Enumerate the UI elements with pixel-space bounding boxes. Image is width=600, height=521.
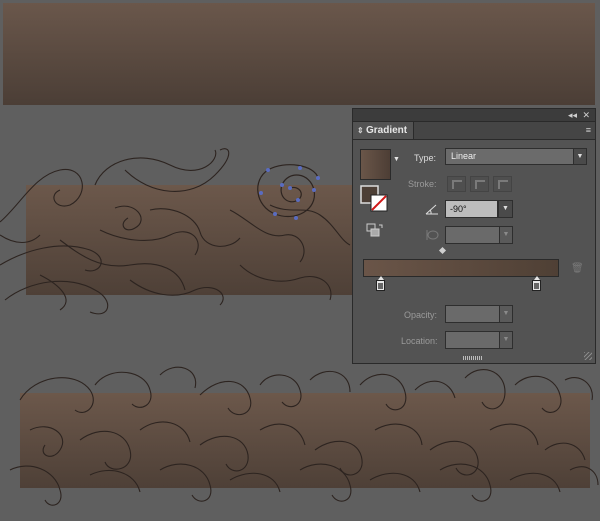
close-panel-icon[interactable]: ✕ bbox=[582, 109, 590, 121]
panel-titlebar[interactable]: ◂◂ ✕ bbox=[353, 109, 595, 122]
collapse-panel-icon[interactable]: ◂◂ bbox=[568, 109, 577, 121]
gradient-slider[interactable] bbox=[363, 259, 559, 277]
type-label: Type: bbox=[414, 153, 437, 163]
fill-stroke-swatch-icon[interactable] bbox=[360, 185, 390, 213]
tab-gradient[interactable]: ⇕ Gradient bbox=[353, 122, 414, 139]
panel-tab-row: ⇕ Gradient ≡ bbox=[353, 122, 595, 140]
stroke-within-button[interactable] bbox=[447, 176, 466, 192]
stroke-across-button[interactable] bbox=[493, 176, 512, 192]
bottom-wood-rectangle bbox=[20, 393, 590, 488]
aspect-ratio-icon bbox=[426, 230, 439, 240]
panel-menu-icon[interactable]: ≡ bbox=[586, 122, 591, 139]
opacity-label: Opacity: bbox=[404, 310, 438, 320]
gradient-midpoint-diamond[interactable] bbox=[438, 246, 447, 255]
chevron-down-icon[interactable]: ▼ bbox=[499, 306, 512, 322]
type-dropdown[interactable]: Linear ▼ bbox=[445, 148, 587, 165]
location-label: Location: bbox=[401, 336, 438, 346]
location-dropdown[interactable]: ▼ bbox=[445, 331, 513, 349]
opacity-dropdown[interactable]: ▼ bbox=[445, 305, 513, 323]
tab-gradient-label: Gradient bbox=[366, 125, 408, 136]
gradient-stop-right[interactable] bbox=[532, 276, 541, 291]
type-dropdown-value: Linear bbox=[451, 151, 477, 161]
stroke-along-button[interactable] bbox=[470, 176, 489, 192]
tab-expand-icon: ⇕ bbox=[357, 126, 364, 135]
gradient-panel: ◂◂ ✕ ⇕ Gradient ≡ ▼ Type: Linear ▼ Strok… bbox=[352, 108, 596, 364]
top-wood-rectangle bbox=[3, 3, 595, 105]
panel-resize-handle[interactable] bbox=[584, 352, 592, 360]
angle-input[interactable]: -90° bbox=[445, 200, 498, 218]
swatch-dropdown-icon[interactable]: ▼ bbox=[393, 156, 400, 163]
gradient-stop-left[interactable] bbox=[376, 276, 385, 291]
reverse-gradient-icon[interactable] bbox=[366, 222, 384, 238]
chevron-down-icon[interactable]: ▼ bbox=[499, 332, 512, 348]
panel-grip[interactable] bbox=[463, 356, 483, 360]
angle-icon bbox=[425, 204, 438, 215]
delete-stop-icon[interactable]: 🗑 bbox=[571, 263, 584, 274]
gradient-swatch[interactable] bbox=[360, 149, 391, 180]
aspect-ratio-dropdown[interactable]: ▼ bbox=[445, 226, 513, 244]
stroke-label: Stroke: bbox=[408, 179, 437, 189]
chevron-down-icon[interactable]: ▼ bbox=[573, 149, 586, 164]
angle-dropdown-icon[interactable]: ▼ bbox=[498, 200, 513, 218]
chevron-down-icon[interactable]: ▼ bbox=[499, 227, 512, 243]
